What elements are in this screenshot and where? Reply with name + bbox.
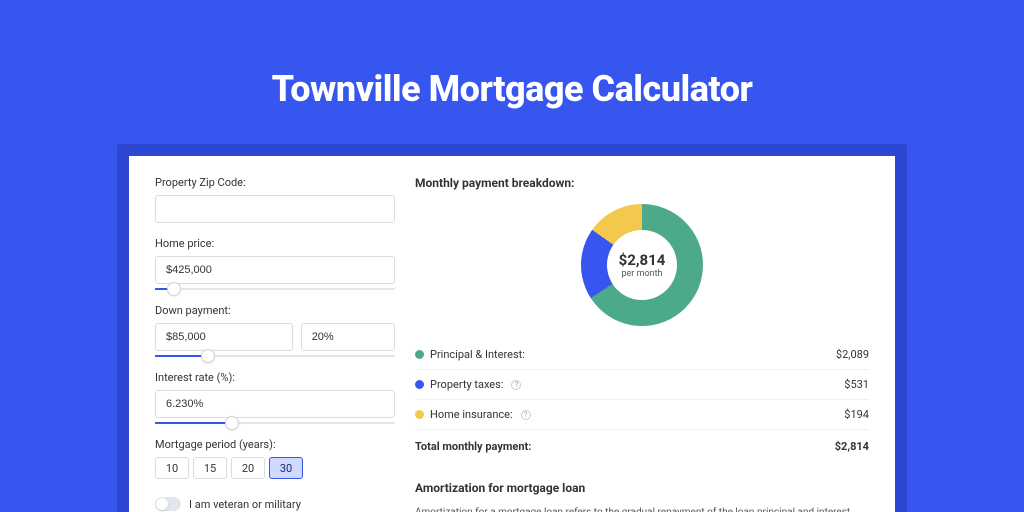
down-slider-thumb[interactable] <box>201 349 215 363</box>
price-slider[interactable] <box>155 288 395 290</box>
breakdown-row-tax: Property taxes:? $531 <box>415 370 869 400</box>
amortization-title: Amortization for mortgage loan <box>415 481 869 495</box>
total-value: $2,814 <box>835 440 869 453</box>
veteran-label: I am veteran or military <box>189 498 301 511</box>
veteran-toggle[interactable] <box>155 497 181 511</box>
ins-value: $194 <box>844 408 869 421</box>
period-option-10[interactable]: 10 <box>155 457 189 479</box>
total-row: Total monthly payment: $2,814 <box>415 430 869 461</box>
zip-label: Property Zip Code: <box>155 176 395 189</box>
page-title: Townville Mortgage Calculator <box>0 0 1024 144</box>
down-slider[interactable] <box>155 355 395 357</box>
tax-value: $531 <box>844 378 869 391</box>
info-icon[interactable]: ? <box>521 410 531 420</box>
amortization-body: Amortization for a mortgage loan refers … <box>415 505 869 512</box>
zip-block: Property Zip Code: <box>155 176 395 223</box>
price-label: Home price: <box>155 237 395 250</box>
period-option-15[interactable]: 15 <box>193 457 227 479</box>
rate-label: Interest rate (%): <box>155 371 395 384</box>
amortization-section: Amortization for mortgage loan Amortizat… <box>415 481 869 512</box>
rate-slider-thumb[interactable] <box>225 416 239 430</box>
price-input[interactable] <box>155 256 395 284</box>
breakdown-title: Monthly payment breakdown: <box>415 176 869 190</box>
donut-chart-wrap: $2,814 per month <box>415 198 869 340</box>
info-icon[interactable]: ? <box>511 380 521 390</box>
donut-center: $2,814 per month <box>607 230 677 300</box>
calculator-panel: Property Zip Code: Home price: Down paym… <box>129 156 895 512</box>
period-options: 10152030 <box>155 457 395 479</box>
principal-label: Principal & Interest: <box>430 348 525 361</box>
zip-input[interactable] <box>155 195 395 223</box>
period-option-30[interactable]: 30 <box>269 457 303 479</box>
inputs-column: Property Zip Code: Home price: Down paym… <box>155 176 395 512</box>
total-label: Total monthly payment: <box>415 440 531 453</box>
panel-outer: Property Zip Code: Home price: Down paym… <box>117 144 907 512</box>
rate-input[interactable] <box>155 390 395 418</box>
down-amount-input[interactable] <box>155 323 293 351</box>
tax-label: Property taxes: <box>430 378 503 391</box>
down-block: Down payment: <box>155 304 395 357</box>
rate-block: Interest rate (%): <box>155 371 395 424</box>
period-option-20[interactable]: 20 <box>231 457 265 479</box>
principal-dot <box>415 350 424 359</box>
ins-label: Home insurance: <box>430 408 513 421</box>
donut-chart: $2,814 per month <box>581 204 703 326</box>
rate-slider[interactable] <box>155 422 395 424</box>
breakdown-column: Monthly payment breakdown: $2,814 per mo… <box>415 176 869 512</box>
principal-value: $2,089 <box>836 348 869 361</box>
price-block: Home price: <box>155 237 395 290</box>
tax-dot <box>415 380 424 389</box>
down-percent-input[interactable] <box>301 323 395 351</box>
donut-value: $2,814 <box>619 251 666 269</box>
donut-sub: per month <box>621 269 662 279</box>
breakdown-rows: Principal & Interest: $2,089 Property taxe… <box>415 340 869 430</box>
price-slider-thumb[interactable] <box>167 282 181 296</box>
period-block: Mortgage period (years): 10152030 <box>155 438 395 479</box>
period-label: Mortgage period (years): <box>155 438 395 451</box>
ins-dot <box>415 410 424 419</box>
breakdown-row-principal: Principal & Interest: $2,089 <box>415 340 869 370</box>
veteran-row: I am veteran or military <box>155 497 395 511</box>
breakdown-row-ins: Home insurance:? $194 <box>415 400 869 430</box>
down-label: Down payment: <box>155 304 395 317</box>
